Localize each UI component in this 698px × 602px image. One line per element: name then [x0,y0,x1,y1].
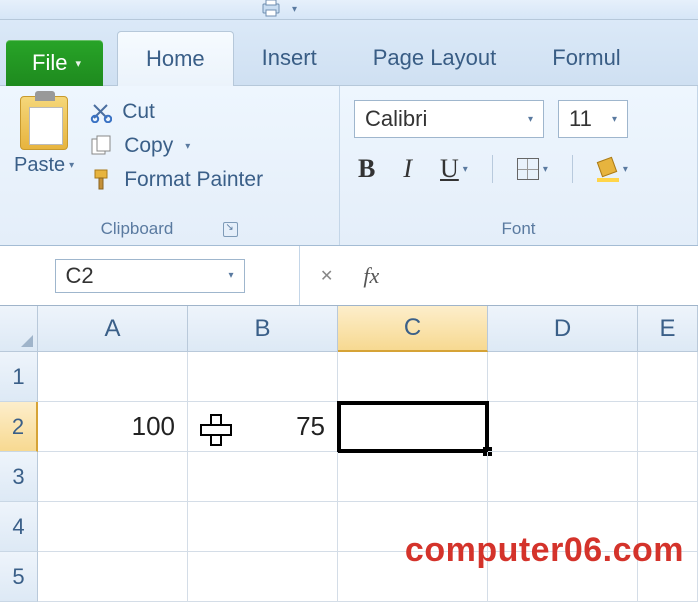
ribbon: Paste ▾ Cut Copy ▾ [0,86,698,246]
brush-icon [90,168,114,192]
fx-icon[interactable]: fx [363,263,379,289]
cell-C3[interactable] [338,452,488,502]
paste-button[interactable]: Paste ▾ [14,96,80,192]
format-painter-button[interactable]: Format Painter [90,168,263,192]
cell-B1[interactable] [188,352,338,402]
format-painter-label: Format Painter [124,168,263,192]
bold-button[interactable]: B [354,152,379,186]
watermark-text: computer06.com [405,531,684,570]
group-font-label: Font [501,219,535,239]
file-tab-label: File [32,50,67,76]
cell-A5[interactable] [38,552,188,602]
group-font: Calibri ▾ 11 ▾ B I U ▾ ▾ [340,86,698,245]
bucket-icon [597,159,619,179]
cell-A1[interactable] [38,352,188,402]
border-icon [517,158,539,180]
chevron-down-icon: ▾ [185,141,190,152]
cell-C1[interactable] [338,352,488,402]
chevron-down-icon: ▾ [75,57,81,70]
row-header-4[interactable]: 4 [0,502,38,552]
name-box-value: C2 [66,263,94,289]
cell-B5[interactable] [188,552,338,602]
copy-icon [90,135,114,157]
cell-D3[interactable] [488,452,638,502]
group-clipboard-label: Clipboard [101,219,174,239]
col-header-E[interactable]: E [638,306,698,352]
cell-B2[interactable]: 75 [188,402,338,452]
tab-page-layout[interactable]: Page Layout [345,31,525,85]
tab-home[interactable]: Home [117,31,234,86]
chevron-down-icon: ▾ [463,164,468,175]
scissors-icon [90,101,112,123]
fill-color-button[interactable]: ▾ [593,157,632,181]
cell-A2[interactable]: 100 [38,402,188,452]
paste-icon [20,96,68,150]
cut-label: Cut [122,100,155,124]
clipboard-dialog-launcher[interactable] [223,222,238,237]
col-header-B[interactable]: B [188,306,338,352]
border-button[interactable]: ▾ [513,156,552,182]
cell-B4[interactable] [188,502,338,552]
cell-C2[interactable] [338,402,488,452]
formula-input[interactable] [379,246,698,305]
cell-E1[interactable] [638,352,698,402]
row-header-1[interactable]: 1 [0,352,38,402]
separator [572,155,573,183]
chevron-down-icon: ▾ [228,270,233,281]
chevron-down-icon: ▾ [623,164,628,175]
tab-formulas[interactable]: Formul [524,31,648,85]
underline-label: U [440,154,459,184]
cell-D1[interactable] [488,352,638,402]
row-header-5[interactable]: 5 [0,552,38,602]
row-header-2[interactable]: 2 [0,402,38,452]
chevron-down-icon: ▾ [612,114,617,125]
italic-button[interactable]: I [399,152,416,186]
cut-button[interactable]: Cut [90,100,263,124]
col-header-D[interactable]: D [488,306,638,352]
column-headers: A B C D E [0,306,698,352]
row-header-3[interactable]: 3 [0,452,38,502]
font-name-combo[interactable]: Calibri ▾ [354,100,544,138]
cell-A4[interactable] [38,502,188,552]
font-size-combo[interactable]: 11 ▾ [558,100,628,138]
cancel-formula-icon[interactable]: ✕ [320,266,333,286]
col-header-C[interactable]: C [338,306,488,352]
cell-D2[interactable] [488,402,638,452]
cell-E3[interactable] [638,452,698,502]
underline-button[interactable]: U ▾ [436,152,472,186]
quick-access-toolbar: ▾ [0,0,698,20]
col-header-A[interactable]: A [38,306,188,352]
quickprint-icon[interactable] [260,0,282,20]
chevron-down-icon: ▾ [528,114,533,125]
paste-label: Paste [14,154,65,177]
copy-label: Copy [124,134,173,158]
cell-A3[interactable] [38,452,188,502]
select-all-button[interactable] [0,306,38,352]
ribbon-tabstrip: File ▾ Home Insert Page Layout Formul [0,20,698,86]
font-size-value: 11 [569,106,592,132]
font-name-value: Calibri [365,106,427,132]
cell-B3[interactable] [188,452,338,502]
separator [492,155,493,183]
group-clipboard: Paste ▾ Cut Copy ▾ [0,86,340,245]
cell-E2[interactable] [638,402,698,452]
chevron-down-icon: ▾ [543,164,548,175]
formula-bar: C2 ▾ ✕ fx [0,246,698,306]
tab-insert[interactable]: Insert [234,31,345,85]
qat-dropdown-icon[interactable]: ▾ [292,4,297,15]
name-box[interactable]: C2 ▾ [55,259,245,293]
copy-button[interactable]: Copy ▾ [90,134,263,158]
chevron-down-icon: ▾ [69,160,74,171]
file-tab[interactable]: File ▾ [6,40,103,86]
